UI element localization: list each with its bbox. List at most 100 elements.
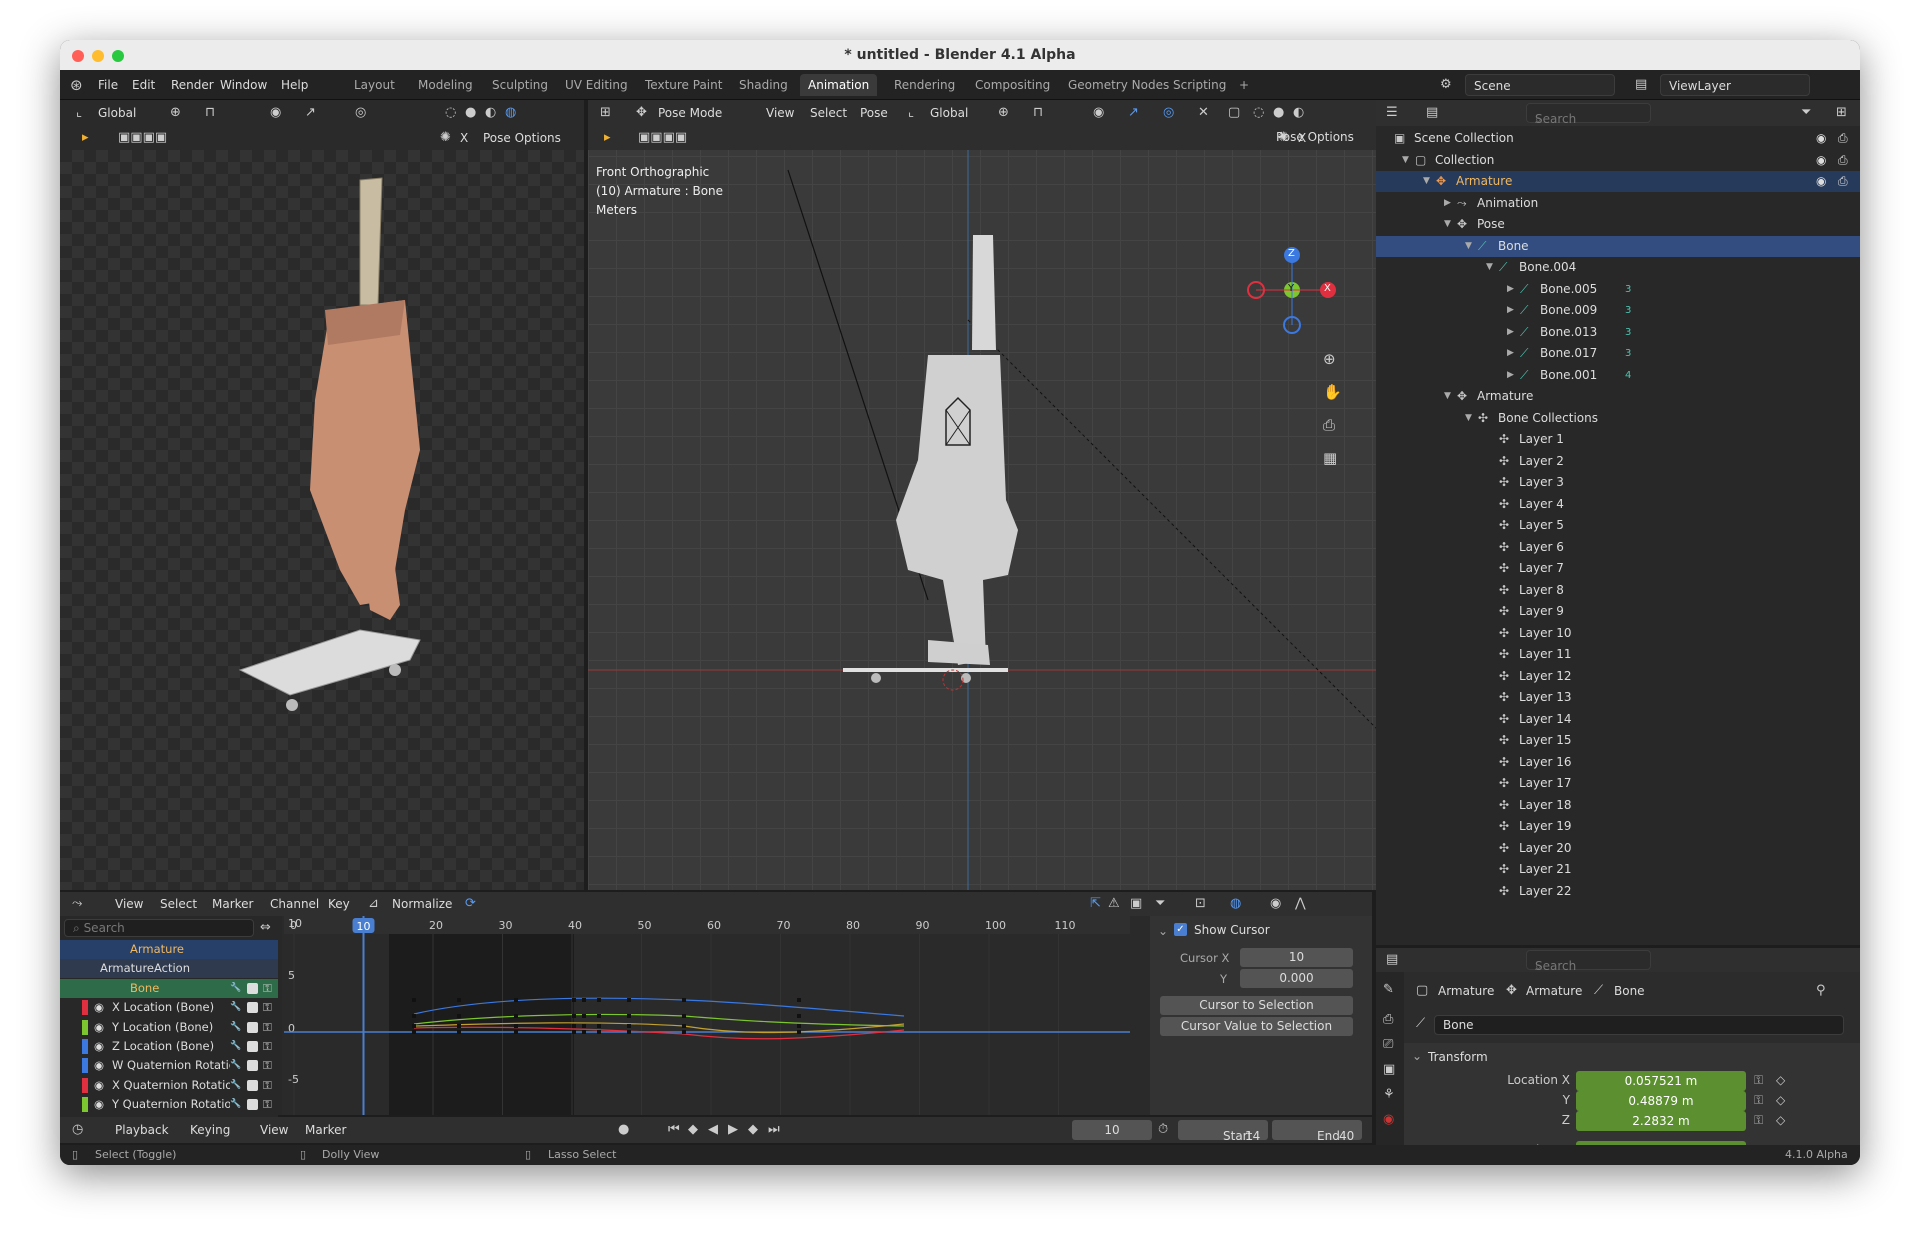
channel-row[interactable]: Armature (60, 940, 278, 959)
outliner-row[interactable]: ✣ Layer 13 (1376, 687, 1860, 708)
transform-orientation-icon[interactable]: ⌞ (76, 105, 82, 120)
outliner-row[interactable]: ▼ ▢ Collection ◉ ⎙ (1376, 150, 1860, 171)
outliner-row[interactable]: ▼ ⟋ Bone (1376, 235, 1860, 257)
visibility-icon[interactable]: ◉ (270, 105, 281, 120)
outliner-row[interactable]: ▶ ⟋ Bone.017 3 (1376, 343, 1860, 364)
stopwatch-icon[interactable]: ⏱ (1158, 1122, 1168, 1137)
channel-search[interactable]: ⌕ Search (64, 919, 254, 937)
record-icon[interactable]: ● (618, 1122, 629, 1137)
channel-row[interactable]: ◉ W Quaternion Rotation (Bone)🔧 ⚿ (60, 1056, 278, 1076)
main-viewport[interactable]: ⊞ ✥ Pose Mode View Select Pose ⌞ Global … (588, 100, 1378, 890)
modifier-wrench-icon[interactable]: 🔧 (230, 1018, 241, 1037)
outliner-row[interactable]: ✣ Layer 18 (1376, 795, 1860, 816)
lock-icon[interactable]: ⚿ (1754, 1073, 1763, 1088)
only-selected-icon[interactable]: ⇱ (1090, 896, 1101, 911)
tab-layout[interactable]: Layout (346, 74, 403, 96)
tab-rendering[interactable]: Rendering (886, 74, 963, 96)
disclosure-triangle-icon[interactable]: ▼ (1465, 408, 1472, 429)
snap-icon[interactable]: ⊓ (205, 105, 215, 120)
outliner-row[interactable]: ✣ Layer 1 (1376, 429, 1860, 450)
visibility-eye-icon[interactable]: ◉ (1816, 171, 1826, 192)
play-icon[interactable]: ▶ (728, 1122, 738, 1137)
timeline-editor-icon[interactable]: ◷ (72, 1122, 83, 1137)
outliner-row[interactable]: ▼ ✥ Pose (1376, 214, 1860, 235)
channel-mute-checkbox[interactable] (247, 1002, 258, 1014)
keyframe-diamond-icon[interactable]: ◇ (1776, 1113, 1785, 1127)
shading-wire-icon[interactable]: ◌ (445, 105, 456, 120)
disclosure-triangle-icon[interactable]: ▼ (1402, 150, 1409, 171)
keyframe-diamond-icon[interactable]: ◇ (1776, 1073, 1785, 1087)
view-layer-tab-icon[interactable]: ▣ (1383, 1062, 1395, 1077)
menu-render[interactable]: Render (171, 78, 214, 92)
outliner-row[interactable]: ✣ Layer 9 (1376, 601, 1860, 622)
pan-hand-icon[interactable]: ✋ (1323, 383, 1342, 401)
cursor-to-selection-button[interactable]: Cursor to Selection (1160, 996, 1353, 1015)
channel-row[interactable]: Bone 🔧 ⚿ (60, 978, 278, 998)
outliner-row[interactable]: ✣ Layer 21 (1376, 859, 1860, 880)
zoom-icon[interactable]: ⊕ (1323, 350, 1336, 368)
disclosure-triangle-icon[interactable]: ▼ (1444, 386, 1451, 407)
outliner-row[interactable]: ✣ Layer 19 (1376, 816, 1860, 837)
channel-visibility-icon[interactable]: ◉ (94, 1018, 104, 1037)
channel-lock-icon[interactable]: ⚿ (263, 979, 272, 998)
disclosure-triangle-icon[interactable]: ▶ (1507, 343, 1514, 364)
outliner-row[interactable]: ▶ ⤳ Animation (1376, 193, 1860, 214)
next-keyframe-icon[interactable]: ◆ (748, 1122, 758, 1137)
outliner-row[interactable]: ✣ Layer 17 (1376, 773, 1860, 794)
show-cursor-checkbox[interactable]: ✓ (1174, 923, 1187, 936)
channel-visibility-icon[interactable]: ◉ (94, 1056, 104, 1075)
disclosure-triangle-icon[interactable]: ▼ (1444, 214, 1451, 235)
tool-tab-icon[interactable]: ✎ (1383, 982, 1394, 997)
channel-row[interactable]: ◉ Y Quaternion Rotation (Bone)🔧 ⚿ (60, 1095, 278, 1115)
render-camera-icon[interactable]: ⎙ (1838, 150, 1848, 171)
add-workspace-button[interactable]: + (1231, 74, 1257, 96)
transform-panel-title[interactable]: Transform (1428, 1050, 1488, 1064)
tab-uv-editing[interactable]: UV Editing (557, 74, 636, 96)
prev-keyframe-icon[interactable]: ◆ (688, 1122, 698, 1137)
left-viewport[interactable]: ⌞ Global ⊕ ⊓ ◉ ↗ ◎ ◌ ● ◐ ◍ ▸ ▣▣▣▣ ✺ X Po… (60, 100, 584, 890)
channel-row[interactable]: ArmatureAction (60, 959, 278, 979)
outliner-row[interactable]: ✣ Layer 12 (1376, 666, 1860, 687)
shading-solid-icon[interactable]: ● (465, 105, 476, 120)
modifier-wrench-icon[interactable]: 🔧 (230, 1056, 241, 1075)
channel-visibility-icon[interactable]: ◉ (94, 998, 104, 1017)
gizmo-x-label[interactable]: X (1324, 283, 1331, 294)
outliner-row[interactable]: ▼ ⟋ Bone.004 (1376, 257, 1860, 278)
keying-dropdown[interactable]: Keying (190, 1123, 230, 1137)
current-frame-field[interactable]: 10 (1072, 1120, 1152, 1140)
outliner-row[interactable]: ✣ Layer 3 (1376, 472, 1860, 493)
pivot-icon[interactable]: ⊡ (1195, 896, 1206, 911)
outliner-search[interactable]: ⌕ Search (1526, 103, 1651, 126)
snap-icon[interactable]: ◍ (1230, 896, 1241, 911)
channel-mute-checkbox[interactable] (247, 1099, 258, 1111)
lock-icon[interactable]: ⚿ (1754, 1093, 1763, 1108)
outliner-row[interactable]: ✣ Layer 4 (1376, 494, 1860, 515)
modifier-wrench-icon[interactable]: 🔧 (230, 1076, 241, 1095)
outliner-row[interactable]: ▶ ⟋ Bone.013 3 (1376, 322, 1860, 343)
gizmo-y-label[interactable]: Y (1288, 283, 1294, 294)
graph-editor[interactable]: ⤳ View Select Marker Channel Key ⊿ Norma… (60, 892, 1372, 1134)
left-pose-options[interactable]: Pose Options (483, 131, 561, 145)
shading-material-icon[interactable]: ◐ (485, 105, 496, 120)
display-mode-icon[interactable]: ▤ (1426, 105, 1438, 120)
graph-menu-key[interactable]: Key (328, 897, 350, 911)
lock-icon[interactable]: ⚿ (1754, 1113, 1763, 1128)
menu-window[interactable]: Window (220, 78, 267, 92)
start-frame-field[interactable]: Start 14 (1178, 1120, 1268, 1143)
timeline-view-menu[interactable]: View (260, 1123, 288, 1137)
new-collection-icon[interactable]: ⊞ (1836, 105, 1847, 120)
play-reverse-icon[interactable]: ◀ (708, 1122, 718, 1137)
tab-geometry-nodes[interactable]: Geometry Nodes (1060, 74, 1177, 96)
channel-row[interactable]: ◉ Y Location (Bone) 🔧 ⚿ (60, 1017, 278, 1037)
channel-row[interactable]: ◉ X Quaternion Rotation (Bone)🔧 ⚿ (60, 1075, 278, 1095)
filter-icon[interactable]: ⏷ (1801, 105, 1811, 120)
end-frame-field[interactable]: End 40 (1272, 1120, 1362, 1143)
render-tab-icon[interactable]: ⎙ (1383, 1012, 1393, 1027)
disclosure-triangle-icon[interactable]: ▶ (1444, 193, 1451, 214)
ortho-grid-icon[interactable]: ▦ (1323, 449, 1337, 467)
tab-scripting[interactable]: Scripting (1165, 74, 1234, 96)
shading-rendered-icon[interactable]: ◍ (505, 105, 516, 120)
zoom-window-button[interactable] (112, 50, 124, 62)
graph-menu-marker[interactable]: Marker (212, 897, 253, 911)
disclosure-triangle-icon[interactable]: ▶ (1507, 322, 1514, 343)
